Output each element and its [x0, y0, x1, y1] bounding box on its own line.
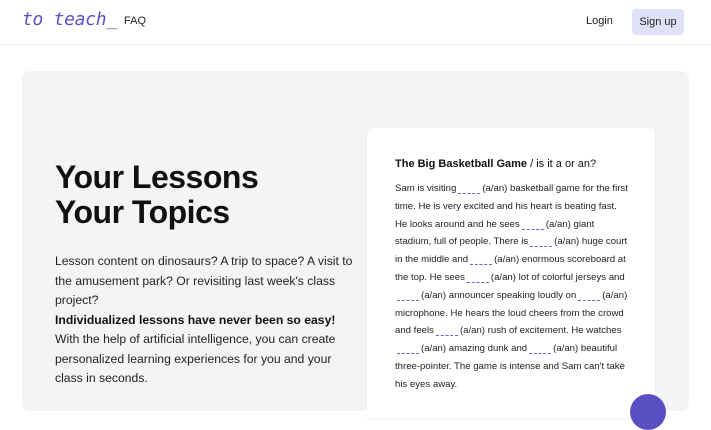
chat-bubble-button[interactable]	[630, 394, 666, 430]
exercise-card: The Big Basketball Game / is it a or an?…	[367, 128, 655, 418]
exercise-title-main: The Big Basketball Game	[395, 158, 528, 170]
faq-link[interactable]: FAQ	[124, 15, 146, 27]
blank-input[interactable]	[530, 234, 553, 248]
blank-input[interactable]	[466, 270, 489, 283]
blank-input[interactable]	[435, 323, 458, 337]
blank-input[interactable]	[458, 181, 481, 194]
story-segment: (a/an) announcer speaking loudly on	[421, 289, 577, 301]
blank-input[interactable]	[397, 341, 419, 355]
desc-rest: With the help of artificial intelligence…	[55, 332, 336, 385]
logo[interactable]: to teach_	[22, 9, 117, 30]
story-segment: (a/an) rush of excitement. He watches	[459, 325, 622, 337]
exercise-story: Sam is visiting (a/an) basketball game fo…	[395, 180, 631, 394]
hero-title-line2: Your Topics	[55, 194, 230, 230]
story-segment: (a/an) amazing dunk and	[421, 343, 528, 355]
login-link[interactable]: Login	[586, 15, 613, 27]
story-segment: (a/an) lot of colorful jerseys and	[490, 271, 625, 283]
blank-input[interactable]	[529, 341, 552, 355]
blank-input[interactable]	[578, 288, 601, 301]
signup-button[interactable]: Sign up	[632, 9, 684, 35]
story-segment: Sam is visiting	[395, 183, 457, 194]
exercise-subtitle: / is it a or an?	[530, 158, 597, 170]
exercise-title: The Big Basketball Game / is it a or an?	[395, 158, 596, 170]
blank-input[interactable]	[521, 217, 544, 230]
desc-bold: Individualized lessons have never been s…	[55, 312, 336, 327]
blank-input[interactable]	[470, 252, 493, 266]
blank-input[interactable]	[397, 288, 419, 301]
hero-title-line1: Your Lessons	[55, 159, 259, 195]
hero-description: Lesson content on dinosaurs? A trip to s…	[55, 252, 355, 389]
top-nav: to teach_ FAQ Login Sign up	[0, 0, 711, 45]
hero-title: Your Lessons Your Topics	[55, 159, 259, 230]
desc-intro: Lesson content on dinosaurs? A trip to s…	[55, 254, 353, 307]
